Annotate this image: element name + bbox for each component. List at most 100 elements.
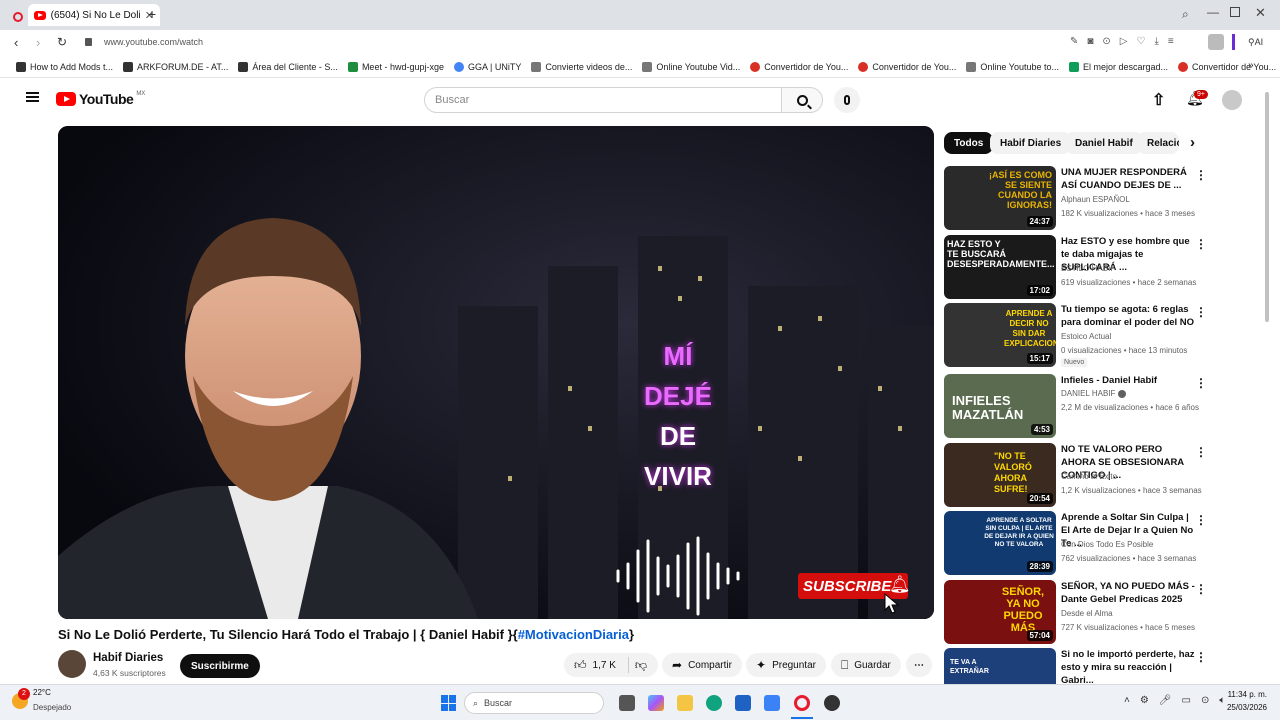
rec-title[interactable]: UNA MUJER RESPONDERÁ ASÍ CUANDO DEJES DE… (1061, 166, 1197, 192)
page-scrollbar[interactable] (1265, 92, 1269, 322)
subscribe-button[interactable]: Suscribirme (180, 654, 260, 678)
rec-thumbnail[interactable]: HAZ ESTO Y TE BUSCARÁ DESESPERADAMENTE..… (944, 235, 1056, 299)
rec-more-icon[interactable]: ⋮ (1195, 305, 1207, 319)
store-icon[interactable] (735, 695, 751, 711)
clock-date[interactable]: 25/03/2026 (1222, 703, 1267, 712)
rec-item[interactable]: INFIELES MAZATLÁN 4:53 Infieles - Daniel … (944, 374, 1209, 438)
like-count[interactable]: 1,7 K (593, 660, 616, 671)
rec-title[interactable]: SEÑOR, YA NO PUEDO MÁS - Dante Gebel Pre… (1061, 580, 1197, 606)
rec-item[interactable]: ¡ASÍ ES COMO SE SIENTE CUANDO LA IGNORAS… (944, 166, 1209, 230)
rec-item[interactable]: "NO TE VALORÓ AHORA SUFRE! 20:54 NO TE VA… (944, 443, 1209, 507)
rec-thumbnail[interactable]: INFIELES MAZATLÁN 4:53 (944, 374, 1056, 438)
rec-channel[interactable]: DANIEL HABIF (1061, 389, 1126, 398)
rec-item[interactable]: APRENDE A DECIR NO SIN DAR EXPLICACIONES… (944, 303, 1209, 367)
rec-item[interactable]: SEÑOR, YA NO PUEDO MÁS 57:04 SEÑOR, YA NO… (944, 580, 1209, 644)
rec-more-icon[interactable]: ⋮ (1195, 513, 1207, 527)
opera-icon[interactable] (13, 9, 23, 27)
app-icon-2[interactable] (824, 695, 840, 711)
app-icon[interactable] (764, 695, 780, 711)
bookmark-item[interactable]: ARKFORUM.DE - AT... (123, 61, 228, 72)
rec-thumbnail[interactable]: APRENDE A SOLTAR SIN CULPA | EL ARTE DE … (944, 511, 1056, 575)
bookmark-item[interactable]: Convertidor de You... (750, 61, 848, 72)
rec-more-icon[interactable]: ⋮ (1195, 168, 1207, 182)
video-player[interactable]: MÍ DEJÉ DE VIVIR SUBSCRIBE 🔔︎ (58, 126, 934, 619)
rec-title[interactable]: Si no le importó perderte, haz esto y mi… (1061, 648, 1197, 684)
chip-habif-diaries[interactable]: Habif Diaries (990, 132, 1072, 154)
rec-thumbnail[interactable]: TE VA A EXTRAÑAR (944, 648, 1056, 684)
rec-more-icon[interactable]: ⋮ (1195, 445, 1207, 459)
bookmark-item[interactable]: Online Youtube to... (966, 61, 1059, 72)
chip-related[interactable]: Relacio (1137, 132, 1179, 154)
clock-time[interactable]: 11:34 p. m. (1227, 690, 1267, 699)
bookmark-item[interactable]: Área del Cliente - S... (238, 61, 338, 72)
dislike-icon[interactable]: 👎︎ (635, 658, 647, 673)
chips-next-icon[interactable]: › (1190, 134, 1195, 151)
rec-channel[interactable]: Con Dios Todo Es Posible (1061, 540, 1153, 549)
system-tray-icons[interactable]: ˄⚙🎤︎▭⊙🔈︎ (1124, 695, 1235, 706)
bookmark-item[interactable]: Convierte videos de... (531, 61, 632, 72)
rec-more-icon[interactable]: ⋮ (1195, 582, 1207, 596)
minimize-button[interactable]: — (1207, 5, 1219, 19)
back-icon[interactable]: ‹ (14, 35, 18, 50)
voice-search-button[interactable] (834, 87, 860, 113)
ai-button[interactable]: ⚲AI (1248, 37, 1263, 48)
rec-channel[interactable]: Desde el Alma (1061, 609, 1113, 618)
rec-channel[interactable]: ESTILO HABIF (1061, 264, 1115, 273)
account-avatar[interactable] (1222, 90, 1242, 110)
menu-icon[interactable] (26, 92, 39, 102)
rec-thumbnail[interactable]: SEÑOR, YA NO PUEDO MÁS 57:04 (944, 580, 1056, 644)
rec-more-icon[interactable]: ⋮ (1195, 237, 1207, 251)
search-button[interactable] (781, 87, 823, 113)
channel-name[interactable]: Habif Diaries (93, 652, 163, 664)
share-button[interactable]: ➦ Compartir (662, 653, 742, 677)
chip-daniel-habif[interactable]: Daniel Habif (1065, 132, 1143, 154)
rec-thumbnail[interactable]: ¡ASÍ ES COMO SE SIENTE CUANDO LA IGNORAS… (944, 166, 1056, 230)
close-window-button[interactable]: ✕ (1255, 5, 1266, 21)
rec-channel[interactable]: Estoico Actual (1061, 332, 1111, 341)
rec-item[interactable]: TE VA A EXTRAÑAR Si no le importó perder… (944, 648, 1209, 684)
reload-icon[interactable]: ↻ (57, 35, 67, 49)
youtube-logo[interactable]: YouTube MX (56, 91, 145, 107)
rec-more-icon[interactable]: ⋮ (1195, 376, 1207, 390)
search-input[interactable]: Buscar (424, 87, 782, 113)
save-button[interactable]: ⎕ Guardar (831, 653, 901, 677)
bookmark-item[interactable]: El mejor descargad... (1069, 61, 1168, 72)
task-view-icon[interactable] (619, 695, 635, 711)
url-field[interactable]: www.youtube.com/watch (104, 37, 203, 47)
more-actions-button[interactable]: ⋯ (906, 653, 932, 677)
rec-channel[interactable]: Alphaun ESPAÑOL (1061, 195, 1130, 204)
edge-icon[interactable] (706, 695, 722, 711)
channel-avatar[interactable] (58, 650, 86, 678)
more-bookmarks-icon[interactable]: » (1248, 60, 1254, 71)
rec-item[interactable]: APRENDE A SOLTAR SIN CULPA | EL ARTE DE … (944, 511, 1209, 575)
rec-thumbnail[interactable]: "NO TE VALORÓ AHORA SUFRE! 20:54 (944, 443, 1056, 507)
rec-title[interactable]: Tu tiempo se agota: 6 reglas para domina… (1061, 303, 1197, 329)
maximize-button[interactable] (1230, 7, 1240, 17)
bookmark-item[interactable]: GGA | UNiTY (453, 61, 521, 72)
search-tabs-icon[interactable]: ⌕ (1182, 7, 1189, 22)
taskbar-search[interactable]: ⌕ Buscar (464, 692, 604, 714)
like-icon[interactable]: 👍︎ (574, 658, 587, 673)
bookmark-item[interactable]: Convertidor de You... (858, 61, 956, 72)
ask-button[interactable]: ✦ Preguntar (746, 653, 826, 677)
rec-item[interactable]: HAZ ESTO Y TE BUSCARÁ DESESPERADAMENTE..… (944, 235, 1209, 299)
rec-more-icon[interactable]: ⋮ (1195, 650, 1207, 664)
bookmark-item[interactable]: Convertidor de You... (1178, 61, 1276, 72)
bookmark-item[interactable]: Meet - hwd-gupj-xge (347, 61, 444, 72)
rec-channel[interactable]: Camino al Éxito (1061, 472, 1117, 481)
bookmark-item[interactable]: Online Youtube Vid... (642, 61, 740, 72)
hashtag-link[interactable]: #MotivacionDiaria (518, 627, 629, 642)
rec-title[interactable]: Infieles - Daniel Habif (1061, 374, 1197, 387)
chip-all[interactable]: Todos (944, 132, 994, 154)
toolbar-extension-icons[interactable]: ✎◙⊙▷♡⤓≡ (1070, 36, 1183, 47)
new-tab-button[interactable]: + (148, 6, 156, 22)
profile-avatar[interactable] (1208, 34, 1224, 50)
windows-start-icon[interactable] (441, 695, 457, 711)
rec-thumbnail[interactable]: APRENDE A DECIR NO SIN DAR EXPLICACIONES… (944, 303, 1056, 367)
upload-icon[interactable]: ⇧ (1152, 90, 1165, 110)
bookmark-item[interactable]: How to Add Mods t... (16, 61, 113, 72)
browser-tab[interactable]: (6504) Si No Le Dolió Perd ✕ (28, 4, 160, 26)
copilot-icon[interactable] (648, 695, 664, 711)
forward-icon[interactable]: › (36, 35, 40, 50)
opera-taskbar-icon[interactable] (794, 695, 810, 711)
